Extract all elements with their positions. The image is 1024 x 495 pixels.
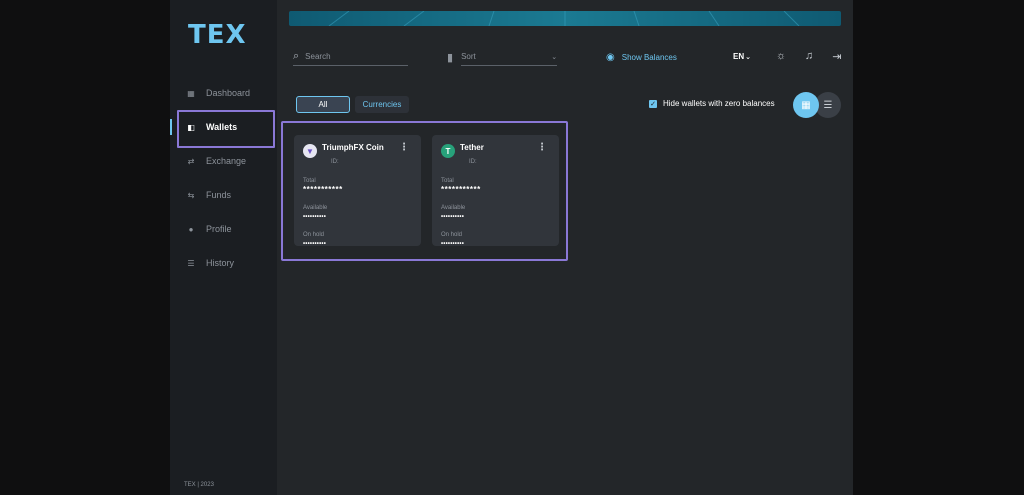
grid-view-button[interactable]: ▦ bbox=[793, 92, 819, 118]
tether-coin-icon: T bbox=[441, 144, 455, 158]
sidebar-item-wallets[interactable]: ◧ Wallets bbox=[170, 110, 277, 148]
hide-zero-balances-toggle[interactable]: ✓ Hide wallets with zero balances bbox=[649, 99, 775, 108]
sidebar-item-funds[interactable]: ⇆ Funds bbox=[170, 178, 277, 212]
wallet-card[interactable]: ▼ TriumphFX Coin ID: ⋮ Total ***********… bbox=[294, 135, 421, 247]
chevron-down-icon: ⌄ bbox=[551, 53, 558, 61]
grid-icon: ▦ bbox=[801, 99, 811, 111]
wallet-id: ID: bbox=[469, 159, 477, 165]
on-hold-value: •••••••••• bbox=[441, 241, 465, 247]
bar-chart-icon: ▮ bbox=[447, 51, 454, 64]
sidebar-item-label: Profile bbox=[206, 224, 232, 234]
kebab-menu-icon[interactable]: ⋮ bbox=[537, 143, 547, 153]
language-label: EN bbox=[733, 52, 745, 61]
funds-icon: ⇆ bbox=[187, 190, 195, 200]
header-banner bbox=[289, 11, 841, 26]
app-window: TEX ▦ Dashboard ◧ Wallets ⇄ Exchange ⇆ F… bbox=[170, 0, 853, 495]
eye-icon: ◉ bbox=[606, 52, 615, 63]
hide-zero-label: Hide wallets with zero balances bbox=[663, 99, 775, 108]
banner-pattern bbox=[328, 11, 800, 26]
wallet-name: Tether bbox=[460, 143, 484, 152]
sidebar-item-label: Funds bbox=[206, 190, 232, 200]
logo[interactable]: TEX bbox=[188, 20, 258, 50]
sidebar-item-profile[interactable]: ● Profile bbox=[170, 212, 277, 246]
sidebar: TEX ▦ Dashboard ◧ Wallets ⇄ Exchange ⇆ F… bbox=[170, 0, 277, 495]
list-icon: ☰ bbox=[187, 258, 195, 268]
wallet-card-header: ▼ TriumphFX Coin bbox=[303, 143, 412, 158]
on-hold-label: On hold bbox=[441, 232, 463, 238]
toolbar: ⌕ ▮ Sort ⌄ ◉ Show Balances EN ⌄ ☼ ♫ ⇥ bbox=[277, 44, 853, 68]
available-value: •••••••••• bbox=[303, 214, 327, 220]
wallet-card[interactable]: T Tether ID: ⋮ Total *********** Availab… bbox=[432, 135, 559, 247]
wallet-card-header: T Tether bbox=[441, 143, 550, 158]
show-balances-label: Show Balances bbox=[621, 53, 677, 62]
sidebar-item-dashboard[interactable]: ▦ Dashboard bbox=[170, 76, 277, 110]
wallet-id: ID: bbox=[331, 159, 339, 165]
language-selector[interactable]: EN ⌄ bbox=[733, 52, 751, 61]
kebab-menu-icon[interactable]: ⋮ bbox=[399, 143, 409, 153]
grid-icon: ▦ bbox=[187, 88, 195, 98]
on-hold-label: On hold bbox=[303, 232, 325, 238]
on-hold-value: •••••••••• bbox=[303, 241, 327, 247]
triumphfx-coin-icon: ▼ bbox=[303, 144, 317, 158]
sidebar-nav: ▦ Dashboard ◧ Wallets ⇄ Exchange ⇆ Funds… bbox=[170, 76, 277, 280]
sidebar-item-label: Wallets bbox=[206, 122, 238, 132]
sidebar-item-label: Exchange bbox=[206, 156, 247, 166]
sort-dropdown[interactable]: Sort ⌄ bbox=[461, 48, 558, 66]
wallet-name: TriumphFX Coin bbox=[322, 143, 384, 152]
checkbox-checked-icon[interactable]: ✓ bbox=[649, 99, 657, 108]
sidebar-item-exchange[interactable]: ⇄ Exchange bbox=[170, 144, 277, 178]
copyright-footer: TEX | 2023 bbox=[184, 482, 214, 488]
main-content: ⌕ ▮ Sort ⌄ ◉ Show Balances EN ⌄ ☼ ♫ ⇥ bbox=[277, 0, 853, 495]
search-icon: ⌕ bbox=[293, 50, 300, 62]
total-value: *********** bbox=[441, 185, 481, 194]
logo-text: TEX bbox=[188, 20, 247, 50]
search-box: ⌕ bbox=[293, 48, 408, 66]
total-label: Total bbox=[303, 178, 316, 184]
sidebar-item-label: Dashboard bbox=[206, 88, 251, 98]
available-value: •••••••••• bbox=[441, 214, 465, 220]
sort-placeholder: Sort bbox=[461, 52, 476, 61]
available-label: Available bbox=[441, 205, 466, 211]
list-icon: ☰ bbox=[823, 99, 833, 111]
filter-currencies-button[interactable]: Currencies bbox=[355, 96, 409, 113]
sidebar-item-label: History bbox=[206, 258, 235, 268]
sort-control: ▮ Sort ⌄ bbox=[447, 48, 565, 66]
total-value: *********** bbox=[303, 185, 343, 194]
bell-icon[interactable]: ♫ bbox=[802, 49, 816, 63]
show-balances-button[interactable]: ◉ Show Balances bbox=[606, 52, 677, 63]
logout-icon[interactable]: ⇥ bbox=[830, 49, 844, 63]
wallet-icon: ◧ bbox=[187, 122, 195, 132]
user-icon: ● bbox=[188, 224, 194, 234]
total-label: Total bbox=[441, 178, 454, 184]
available-label: Available bbox=[303, 205, 328, 211]
chevron-down-icon: ⌄ bbox=[745, 53, 751, 61]
filter-all-button[interactable]: All bbox=[296, 96, 350, 113]
theme-toggle-sun-icon[interactable]: ☼ bbox=[774, 49, 788, 63]
view-toggle: ☰ ▦ bbox=[793, 92, 843, 118]
sidebar-item-history[interactable]: ☰ History bbox=[170, 246, 277, 280]
exchange-icon: ⇄ bbox=[187, 156, 195, 166]
search-input[interactable] bbox=[305, 52, 396, 61]
